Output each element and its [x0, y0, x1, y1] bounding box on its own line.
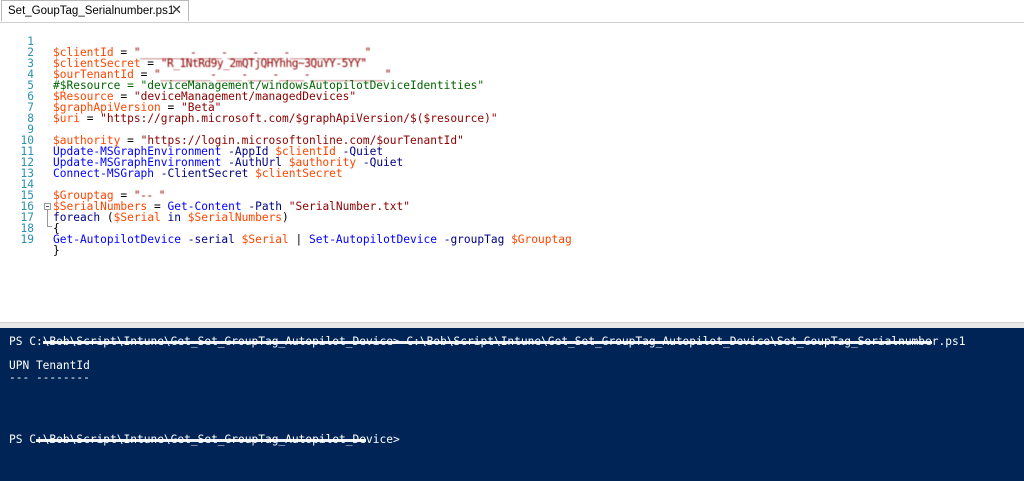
code-line-19: 19 } — [0, 223, 1024, 256]
pipe-operator: | — [288, 233, 309, 246]
console-command-line: PS C:\Bob\Script\Intune\Get_Set_GroupTag… — [9, 336, 965, 348]
code-line-3: 3 $ourTenantId = "________-____-____-___… — [0, 47, 1024, 80]
code-line-1: 1 $clientId = "________-____-____-____-_… — [0, 25, 1024, 58]
cmdlet: Set-AutopilotDevice — [308, 233, 437, 246]
script-editor[interactable]: 1 $clientId = "________-____-____-____-_… — [0, 23, 1024, 325]
line-number: 19 — [20, 233, 34, 246]
variable: $Serial — [241, 233, 289, 246]
prompt-prefix: PS C — [9, 433, 36, 446]
code-line-15: 15 $SerialNumbers = Get-Content -Path "S… — [0, 179, 1024, 212]
code-line-18: 18 Get-AutopilotDevice -serial $Serial |… — [0, 212, 1024, 245]
code-line-14: 14 $Grouptag = "‐‐ " — [0, 168, 1024, 201]
brace: } — [53, 244, 60, 257]
console-prompt-line: PS C:\Bob\Script\Intune\Get_Set_GroupTag… — [9, 434, 400, 446]
code-line-12: 12 Connect-MSGraph -ClientSecret $client… — [0, 146, 1024, 179]
fold-guide — [47, 210, 48, 226]
script-tab[interactable]: Set_GoupTag_Serialnumber.ps1 ✕ — [1, 0, 189, 21]
code-line-5: 5 $Resource = "deviceManagement/managedD… — [0, 69, 1024, 102]
code-line-11: 11 Update-MSGraphEnvironment -AuthUrl $a… — [0, 135, 1024, 168]
console-pane[interactable]: PS C:\Bob\Script\Intune\Get_Set_GroupTag… — [0, 328, 1024, 481]
parameter: -serial — [180, 233, 242, 246]
prompt-prefix: PS C: — [9, 335, 43, 348]
cmdlet: Get-AutopilotDevice — [53, 233, 181, 246]
code-line-9: 9 $authority = "https://login.microsofto… — [0, 113, 1024, 146]
code-line-17: 17 { — [0, 201, 1024, 234]
code-line-8: 8 — [0, 102, 1024, 124]
redacted-path: :\Bob\Script\Intune\Get_Set_GroupTag_Aut… — [35, 433, 367, 446]
console-output-separator: --- -------- — [9, 371, 90, 384]
close-icon[interactable]: ✕ — [171, 3, 182, 18]
code-line-16: 16 foreach ($Serial in $SerialNumbers) — [0, 190, 1024, 223]
variable: $Grouptag — [511, 233, 572, 246]
code-line-2: 2 $clientSecret = "R_1NtRd9y_2mQTjQHYhhg… — [0, 36, 1024, 69]
code-line-6: 6 $graphApiVersion = "Beta" — [0, 80, 1024, 113]
code-line-10: 10 Update-MSGraphEnvironment -AppId $cli… — [0, 124, 1024, 157]
collapse-region-icon[interactable] — [44, 203, 51, 210]
fold-guide-end — [47, 226, 52, 227]
code-line-13: 13 — [0, 157, 1024, 179]
prompt-suffix: r.ps1 — [931, 335, 966, 348]
code-line-4: 4 #$Resource = "deviceManagement/windows… — [0, 58, 1024, 91]
prompt-suffix: vice> — [366, 433, 400, 446]
parameter: -groupTag — [436, 233, 512, 246]
editor-tab-bar: Set_GoupTag_Serialnumber.ps1 ✕ — [0, 0, 1024, 23]
script-tab-label: Set_GoupTag_Serialnumber.ps1 — [8, 5, 175, 17]
code-line-7: 7 $uri = "https://graph.microsoft.com/$g… — [0, 91, 1024, 124]
redacted-path: \Bob\Script\Intune\Get_Set_GroupTag_Auto… — [42, 335, 932, 348]
